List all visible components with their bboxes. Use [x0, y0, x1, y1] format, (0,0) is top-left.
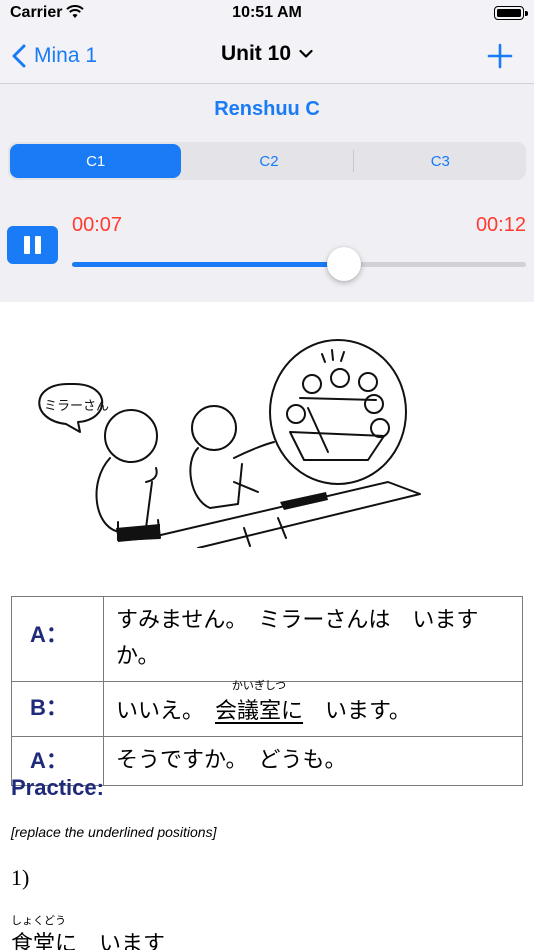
underlined-text: 会議室に — [215, 699, 304, 724]
speech-bubble-text: ミラーさん — [44, 399, 109, 414]
dialogue-table: A： すみません。 ミラーさんは いますか。 B： いいえ。 かいぎしつ会議室に… — [11, 596, 523, 786]
progress-fill — [72, 262, 345, 267]
page-title: Unit 10 — [220, 42, 291, 65]
dialogue-line: すみません。 ミラーさんは いますか。 — [103, 596, 523, 682]
dialogue-text: いいえ。 — [116, 699, 216, 724]
add-button[interactable] — [486, 42, 514, 70]
navigation-bar: Mina 1 Unit 10 — [0, 30, 534, 84]
furigana: かいぎしつ — [231, 679, 287, 692]
player-panel: Renshuu C C1 C2 C3 00:07 00:12 — [0, 84, 534, 302]
status-bar: Carrier 10:51 AM — [0, 0, 534, 30]
underlined-phrase: かいぎしつ 会議室に — [215, 680, 304, 730]
dialogue-text: います。 — [303, 699, 411, 724]
chevron-down-icon — [299, 49, 313, 58]
slider-thumb[interactable] — [327, 247, 362, 281]
practice-note: [replace the underlined positions] — [11, 824, 217, 840]
segment-c2[interactable]: C2 — [183, 142, 354, 180]
segment-c3[interactable]: C3 — [355, 142, 526, 180]
exercise-text: 食堂に います — [11, 932, 166, 950]
table-row: B： いいえ。 かいぎしつ会議室に います。 — [11, 680, 523, 737]
section-title: Renshuu C — [214, 98, 320, 120]
speaker-label: A： — [11, 596, 104, 682]
progress-slider[interactable] — [72, 247, 526, 281]
battery-icon — [494, 6, 528, 20]
pause-button[interactable] — [7, 226, 58, 264]
dialogue-line: いいえ。 かいぎしつ会議室に います。 — [103, 680, 523, 737]
unit-selector[interactable]: Unit 10 — [0, 42, 534, 66]
segment-c1[interactable]: C1 — [10, 144, 182, 178]
total-time: 00:12 — [475, 214, 526, 236]
pause-icon — [35, 236, 41, 254]
exercise-number: 1) — [11, 865, 30, 890]
table-row: A： すみません。 ミラーさんは いますか。 — [11, 596, 523, 682]
pause-icon — [24, 236, 30, 254]
practice-heading: Practice: — [11, 775, 104, 800]
current-time: 00:07 — [72, 214, 123, 236]
speaker-label: B： — [11, 681, 104, 737]
status-time: 10:51 AM — [232, 4, 302, 21]
segmented-control: C1 C2 C3 — [8, 142, 526, 180]
dialogue-line: そうですか。 どうも。 — [103, 736, 523, 786]
conversation-illustration: ミラーさん — [38, 339, 421, 548]
